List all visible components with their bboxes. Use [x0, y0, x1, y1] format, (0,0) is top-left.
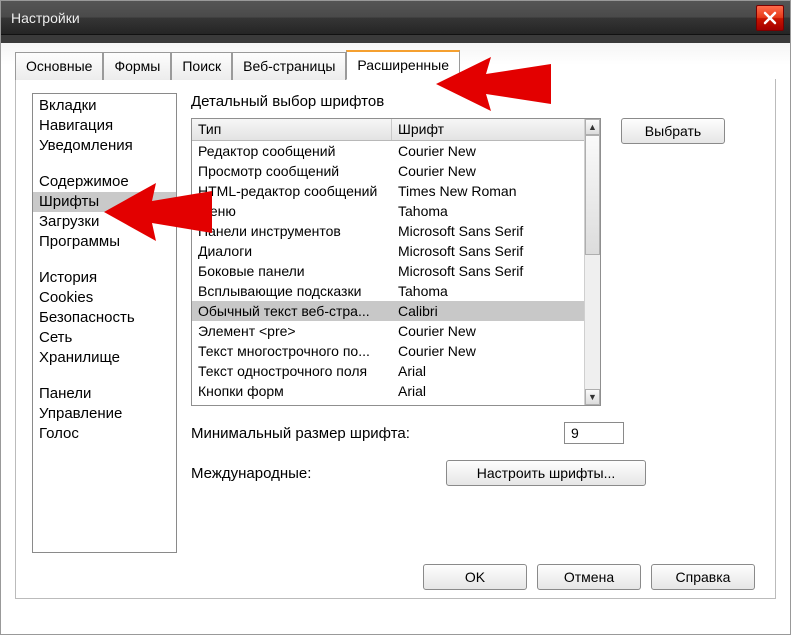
cell-type: Текст однострочного поля — [192, 361, 392, 381]
sidebar-item-content[interactable]: Содержимое — [33, 172, 176, 192]
cell-type: Всплывающие подсказки — [192, 281, 392, 301]
ok-button[interactable]: OK — [423, 564, 527, 590]
tab-webpages[interactable]: Веб-страницы — [232, 52, 346, 80]
table-row[interactable]: Просмотр сообщенийCourier New — [192, 161, 584, 181]
sidebar-item-panels[interactable]: Панели — [33, 384, 176, 404]
cell-type: Текст многострочного по... — [192, 341, 392, 361]
cell-font: Courier New — [392, 141, 584, 161]
table-row[interactable]: Боковые панелиMicrosoft Sans Serif — [192, 261, 584, 281]
tab-search[interactable]: Поиск — [171, 52, 232, 80]
table-row[interactable]: Кнопки формArial — [192, 381, 584, 401]
table-row[interactable]: Текст многострочного по...Courier New — [192, 341, 584, 361]
cell-type: HTML-редактор сообщений — [192, 181, 392, 201]
titlebar: Настройки — [1, 1, 790, 35]
cell-font: Arial — [392, 381, 584, 401]
table-row[interactable]: Всплывающие подсказкиTahoma — [192, 281, 584, 301]
table-row[interactable]: Элемент <pre>Courier New — [192, 321, 584, 341]
cell-type: Диалоги — [192, 241, 392, 261]
cell-type: Просмотр сообщений — [192, 161, 392, 181]
cell-font: Tahoma — [392, 281, 584, 301]
help-button[interactable]: Справка — [651, 564, 755, 590]
sidebar: Вкладки Навигация Уведомления Содержимое… — [32, 93, 177, 553]
sidebar-item-downloads[interactable]: Загрузки — [33, 212, 176, 232]
window-title: Настройки — [11, 10, 80, 26]
cell-type: Обычный текст веб-стра... — [192, 301, 392, 321]
table-row[interactable]: ДиалогиMicrosoft Sans Serif — [192, 241, 584, 261]
column-font[interactable]: Шрифт — [392, 119, 584, 140]
select-button[interactable]: Выбрать — [621, 118, 725, 144]
cell-font: Microsoft Sans Serif — [392, 221, 584, 241]
cell-font: Microsoft Sans Serif — [392, 241, 584, 261]
cell-font: Tahoma — [392, 201, 584, 221]
cell-font: Courier New — [392, 161, 584, 181]
table-row[interactable]: Панели инструментовMicrosoft Sans Serif — [192, 221, 584, 241]
table-row[interactable]: Текст однострочного поляArial — [192, 361, 584, 381]
table-header: Тип Шрифт — [192, 119, 584, 141]
sidebar-item-history[interactable]: История — [33, 268, 176, 288]
cell-type: Панели инструментов — [192, 221, 392, 241]
sidebar-item-storage[interactable]: Хранилище — [33, 348, 176, 368]
section-title: Детальный выбор шрифтов — [191, 93, 759, 110]
cell-font: Arial — [392, 361, 584, 381]
tab-advanced[interactable]: Расширенные — [346, 50, 460, 80]
table-row[interactable]: HTML-редактор сообщенийTimes New Roman — [192, 181, 584, 201]
cell-font: Calibri — [392, 301, 584, 321]
sidebar-item-fonts[interactable]: Шрифты — [33, 192, 176, 212]
cell-font: Microsoft Sans Serif — [392, 261, 584, 281]
cell-font: Times New Roman — [392, 181, 584, 201]
column-type[interactable]: Тип — [192, 119, 392, 140]
scroll-thumb[interactable] — [585, 135, 600, 255]
scroll-up-icon[interactable]: ▲ — [585, 119, 600, 135]
tab-basic[interactable]: Основные — [15, 52, 103, 80]
configure-fonts-button[interactable]: Настроить шрифты... — [446, 460, 646, 486]
sidebar-item-programs[interactable]: Программы — [33, 232, 176, 252]
tab-forms[interactable]: Формы — [103, 52, 171, 80]
min-font-size-input[interactable] — [564, 422, 624, 444]
scroll-down-icon[interactable]: ▼ — [585, 389, 600, 405]
cancel-button[interactable]: Отмена — [537, 564, 641, 590]
table-row[interactable]: Обычный текст веб-стра...Calibri — [192, 301, 584, 321]
table-row[interactable]: Редактор сообщенийCourier New — [192, 141, 584, 161]
sidebar-item-network[interactable]: Сеть — [33, 328, 176, 348]
sidebar-item-navigation[interactable]: Навигация — [33, 116, 176, 136]
sidebar-item-cookies[interactable]: Cookies — [33, 288, 176, 308]
sidebar-item-notifications[interactable]: Уведомления — [33, 136, 176, 156]
close-button[interactable] — [756, 5, 784, 31]
cell-type: Редактор сообщений — [192, 141, 392, 161]
sidebar-item-voice[interactable]: Голос — [33, 424, 176, 444]
sidebar-item-tabs[interactable]: Вкладки — [33, 96, 176, 116]
fonts-table: Тип Шрифт Редактор сообщенийCourier NewП… — [191, 118, 601, 406]
cell-font: Courier New — [392, 321, 584, 341]
sidebar-item-security[interactable]: Безопасность — [33, 308, 176, 328]
min-font-size-label: Минимальный размер шрифта: — [191, 425, 446, 442]
cell-font: Courier New — [392, 341, 584, 361]
international-label: Международные: — [191, 465, 446, 482]
cell-type: Боковые панели — [192, 261, 392, 281]
close-icon — [763, 11, 777, 25]
cell-type: Кнопки форм — [192, 381, 392, 401]
content-panel: Вкладки Навигация Уведомления Содержимое… — [15, 79, 776, 599]
scrollbar[interactable]: ▲ ▼ — [584, 119, 600, 405]
cell-type: Элемент <pre> — [192, 321, 392, 341]
sidebar-item-management[interactable]: Управление — [33, 404, 176, 424]
tabstrip: Основные Формы Поиск Веб-страницы Расшир… — [15, 49, 776, 79]
table-row[interactable]: МенюTahoma — [192, 201, 584, 221]
cell-type: Меню — [192, 201, 392, 221]
